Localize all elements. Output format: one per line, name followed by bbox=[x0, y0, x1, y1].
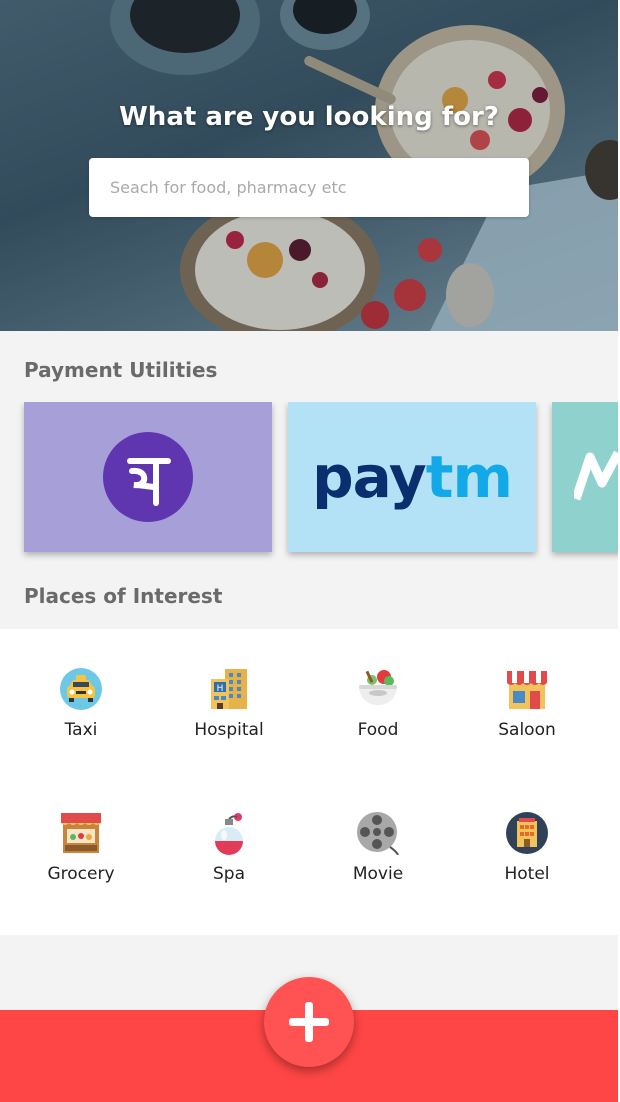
place-label: Grocery bbox=[47, 864, 115, 884]
place-hotel[interactable]: Hotel bbox=[453, 811, 601, 921]
spa-icon bbox=[215, 813, 243, 855]
food-icon bbox=[359, 670, 397, 705]
place-grocery[interactable]: Grocery bbox=[7, 811, 155, 921]
mobikwik-card[interactable] bbox=[552, 402, 618, 552]
place-label: Hospital bbox=[194, 720, 264, 740]
place-taxi[interactable]: Taxi bbox=[7, 667, 155, 777]
place-hospital[interactable]: H Hospital bbox=[155, 667, 303, 777]
place-label: Movie bbox=[352, 864, 404, 884]
place-label: Spa bbox=[213, 864, 245, 884]
places-grid: Taxi H Hospital Food Saloon Grocery Spa … bbox=[0, 629, 618, 935]
hotel-icon bbox=[506, 812, 548, 854]
hero-banner: What are you looking for? bbox=[0, 0, 618, 331]
place-label: Food bbox=[357, 720, 399, 740]
search-input[interactable] bbox=[89, 158, 529, 217]
svg-text:H: H bbox=[217, 684, 224, 694]
grocery-icon bbox=[61, 813, 101, 853]
place-label: Saloon bbox=[498, 720, 556, 740]
place-movie[interactable]: Movie bbox=[304, 811, 452, 921]
taxi-icon bbox=[60, 668, 102, 710]
phonepe-glyph-icon bbox=[127, 458, 171, 506]
saloon-icon bbox=[507, 671, 547, 709]
phonepe-card[interactable] bbox=[24, 402, 272, 552]
place-label: Hotel bbox=[504, 864, 550, 884]
places-of-interest-heading: Places of Interest bbox=[24, 584, 223, 608]
place-label: Taxi bbox=[64, 720, 98, 740]
hospital-icon: H bbox=[211, 669, 247, 709]
movie-icon bbox=[357, 812, 399, 855]
payment-utilities-heading: Payment Utilities bbox=[24, 358, 218, 382]
hero-title: What are you looking for? bbox=[119, 102, 499, 132]
mobikwik-logo-icon bbox=[574, 450, 618, 501]
paytm-card[interactable]: paytm bbox=[288, 402, 536, 552]
place-saloon[interactable]: Saloon bbox=[453, 667, 601, 777]
payment-cards-row: paytm bbox=[0, 402, 618, 562]
plus-icon bbox=[289, 1002, 329, 1042]
add-button[interactable] bbox=[264, 977, 354, 1067]
paytm-logo: paytm bbox=[312, 443, 513, 511]
phonepe-logo bbox=[103, 432, 193, 522]
place-spa[interactable]: Spa bbox=[155, 811, 303, 921]
place-food[interactable]: Food bbox=[304, 667, 452, 777]
